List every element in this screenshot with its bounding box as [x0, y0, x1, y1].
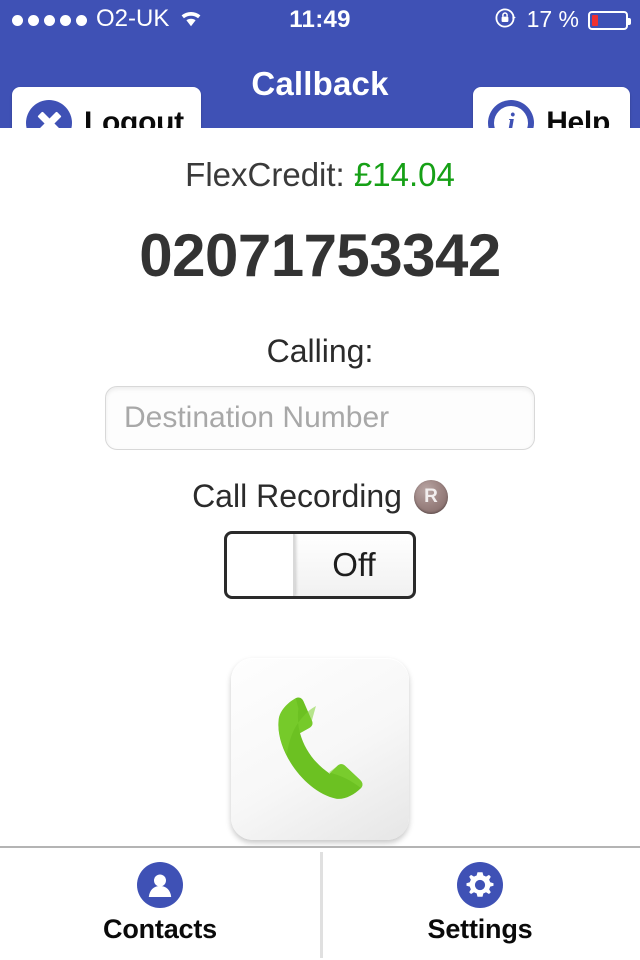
- call-recording-toggle-state: Off: [332, 546, 376, 583]
- calling-label: Calling:: [266, 333, 374, 369]
- gear-icon: [457, 862, 503, 908]
- flexcredit-row: FlexCredit: £14.04: [0, 156, 640, 194]
- battery-fill: [592, 14, 599, 26]
- battery-icon: [588, 10, 631, 30]
- tab-contacts-label: Contacts: [103, 914, 217, 944]
- destination-number-input[interactable]: [105, 386, 535, 450]
- flexcredit-amount: £14.04: [353, 156, 455, 193]
- rotation-lock-icon: [494, 6, 518, 35]
- navigation-bar: Callback Logout i Help: [0, 40, 640, 159]
- call-button[interactable]: [231, 658, 409, 840]
- call-recording-row: Call Recording R: [0, 478, 640, 515]
- status-bar-right: 17 %: [494, 0, 631, 40]
- user-phone-number: 02071753342: [139, 222, 501, 289]
- bottom-tab-bar: Contacts Settings: [0, 846, 640, 960]
- flexcredit-label: FlexCredit:: [185, 156, 345, 193]
- status-bar: O2-UK 11:49 17 %: [0, 0, 640, 40]
- main-content: FlexCredit: £14.04 02071753342 Calling: …: [0, 128, 640, 846]
- call-recording-toggle-knob[interactable]: [227, 534, 295, 596]
- person-icon: [137, 862, 183, 908]
- tab-contacts[interactable]: Contacts: [0, 848, 320, 960]
- battery-percent-label: 17 %: [526, 5, 579, 32]
- call-recording-toggle[interactable]: Off: [224, 531, 416, 599]
- call-recording-label: Call Recording: [192, 478, 402, 514]
- tab-settings-label: Settings: [427, 914, 533, 944]
- phone-handset-icon: [255, 684, 385, 814]
- registered-r-icon: R: [413, 479, 448, 514]
- tab-settings[interactable]: Settings: [320, 848, 640, 960]
